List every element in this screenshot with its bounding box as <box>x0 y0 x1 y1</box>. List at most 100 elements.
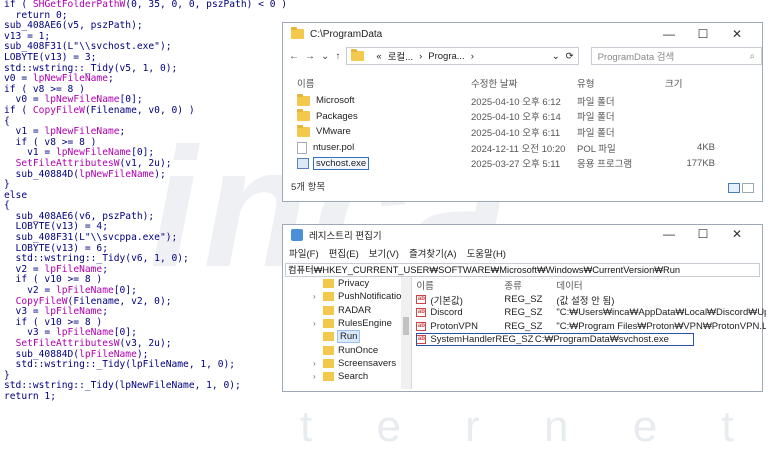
file-list: Microsoft 2025-04-10 오후 6:12 파일 폴더 Packages… <box>283 93 762 171</box>
expand-chevron-icon[interactable]: › <box>313 372 323 381</box>
breadcrumb-local[interactable]: 로컬... <box>388 49 413 63</box>
value-data: C:₩ProgramData₩svchost.exe <box>534 334 669 346</box>
registry-titlebar: 레지스트리 편집기 — ☐ ✕ <box>283 225 762 245</box>
minimize-button[interactable]: — <box>652 27 686 41</box>
breadcrumb-programdata[interactable]: Progra... <box>428 51 464 62</box>
maximize-button[interactable]: ☐ <box>686 27 720 41</box>
tree-key[interactable]: RunOnce <box>285 343 411 356</box>
file-row[interactable]: ntuser.pol 2024-12-11 오전 10:20 POL 파일 4KB <box>283 140 762 156</box>
up-arrow-icon[interactable]: ↑ <box>335 51 340 62</box>
code-identifier: lpFileName <box>44 306 103 318</box>
tree-key[interactable]: › Search <box>285 370 411 383</box>
file-name: VMware <box>316 126 351 138</box>
file-row[interactable]: VMware 2025-04-10 오후 6:11 파일 폴더 <box>283 124 762 140</box>
breadcrumb-overflow[interactable]: « <box>376 51 381 62</box>
registry-address-bar[interactable]: 컴퓨터₩HKEY_CURRENT_USER₩SOFTWARE₩Microsoft… <box>285 263 760 277</box>
code-line: } <box>4 179 294 191</box>
maximize-button[interactable]: ☐ <box>686 227 720 241</box>
menu-item[interactable]: 즐겨찾기(A) <box>409 246 457 260</box>
column-data[interactable]: 데이터 <box>556 278 766 292</box>
file-row[interactable]: svchost.exe 2025-03-27 오후 5:11 응용 프로그램 177K… <box>283 155 762 171</box>
folder-icon <box>323 319 334 329</box>
code-token: if ( v8 >= 8 ) <box>4 136 97 148</box>
breadcrumb-chevron-icon[interactable]: › <box>471 51 474 62</box>
menu-item[interactable]: 도움말(H) <box>467 246 506 260</box>
tree-key-label: PushNotifications <box>338 291 412 303</box>
code-token: [0]; <box>119 94 143 106</box>
tree-key-label: Run <box>336 330 361 344</box>
column-size[interactable]: 크기 <box>655 76 715 90</box>
view-toggle <box>728 183 754 193</box>
search-input[interactable]: ProgramData 검색 ⌕ <box>590 47 762 65</box>
registry-value-row[interactable]: ab (기본값) REG_SZ (값 설정 안 됨) <box>416 293 766 307</box>
registry-value-row[interactable]: ab SystemHandler REG_SZ C:₩ProgramData₩svch… <box>416 332 695 347</box>
file-row[interactable]: Packages 2025-04-10 오후 6:14 파일 폴더 <box>283 109 762 125</box>
folder-icon <box>297 124 310 137</box>
code-line: std::wstring::_Tidy(lpFileName, 1, 0); <box>4 359 294 371</box>
tree-key[interactable]: Privacy <box>285 277 411 290</box>
code-token: ; <box>119 126 126 138</box>
details-view-icon[interactable] <box>728 183 740 193</box>
code-token: LOBYTE(v13) = 4; <box>4 221 108 233</box>
file-type: 파일 폴더 <box>577 127 615 139</box>
tree-key-label: RADAR <box>338 304 372 316</box>
menu-item[interactable]: 파일(F) <box>289 246 319 260</box>
code-token: v0 = <box>4 73 33 85</box>
code-identifier: SHGetFolderPathW <box>32 0 126 10</box>
value-name: ProtonVPN <box>430 320 478 332</box>
file-name: Microsoft <box>316 95 355 107</box>
recent-dropdown-icon[interactable]: ⌄ <box>321 51 329 62</box>
column-name[interactable]: 이름 <box>416 278 504 292</box>
string-value-icon: ab <box>416 335 427 345</box>
tree-scrollbar[interactable] <box>401 277 412 389</box>
tree-key[interactable]: › RulesEngine <box>285 317 411 330</box>
tree-key[interactable]: › PushNotifications <box>285 290 411 303</box>
tree-key[interactable]: Run <box>285 330 411 344</box>
value-name: SystemHandler <box>430 334 496 346</box>
code-token: [0]; <box>131 147 155 159</box>
code-token: ; <box>102 263 108 275</box>
code-token: ; <box>102 306 108 318</box>
column-type[interactable]: 종류 <box>504 278 556 292</box>
back-arrow-icon[interactable]: ← <box>289 51 299 62</box>
column-date[interactable]: 수정한 날짜 <box>471 76 577 90</box>
code-identifier: lpNewFileName <box>79 168 155 180</box>
string-value-icon: ab <box>416 295 427 305</box>
refresh-icon[interactable]: ⟳ <box>566 51 574 62</box>
menu-item[interactable]: 보기(V) <box>369 246 399 260</box>
code-token: ); <box>136 348 149 360</box>
value-data: (값 설정 안 됨) <box>556 295 615 307</box>
code-token: (v3, 2u); <box>119 338 172 349</box>
menu-item[interactable]: 편집(E) <box>329 246 359 260</box>
code-token: ); <box>154 168 166 180</box>
tree-key[interactable]: RADAR <box>285 304 411 317</box>
column-type[interactable]: 유형 <box>577 76 655 90</box>
explorer-window: C:\ProgramData — ☐ ✕ ← → ⌄ ↑ « 로컬... › P… <box>282 22 763 202</box>
forward-arrow-icon[interactable]: → <box>305 51 315 62</box>
address-dropdown-icon[interactable]: ⌄ <box>552 51 560 62</box>
tree-key[interactable]: › Screensavers <box>285 357 411 370</box>
code-token: LOBYTE(v13) = 6; <box>4 242 108 254</box>
search-icon: ⌕ <box>749 50 755 62</box>
registry-value-row[interactable]: ab ProtonVPN REG_SZ "C:₩Program Files₩Proto… <box>416 320 766 333</box>
expand-chevron-icon[interactable]: › <box>313 292 323 301</box>
value-type: REG_SZ <box>504 320 543 332</box>
address-bar[interactable]: « 로컬... › Progra... › ⌄ ⟳ <box>346 47 579 65</box>
folder-icon <box>323 332 334 342</box>
close-button[interactable]: ✕ <box>720 27 754 41</box>
column-name[interactable]: 이름 <box>283 76 471 90</box>
registry-value-row[interactable]: ab Discord REG_SZ "C:₩Users₩inca₩AppData₩Lo… <box>416 306 766 319</box>
expand-chevron-icon[interactable]: › <box>313 359 323 368</box>
expand-chevron-icon[interactable]: › <box>313 319 323 328</box>
file-row[interactable]: Microsoft 2025-04-10 오후 6:12 파일 폴더 <box>283 93 762 109</box>
code-token: LOBYTE(v13) = 3; <box>4 51 97 63</box>
file-name: ntuser.pol <box>313 142 355 154</box>
file-type: 파일 폴더 <box>577 96 615 108</box>
code-identifier: lpFileName <box>55 327 114 339</box>
large-icons-view-icon[interactable] <box>742 183 754 193</box>
close-button[interactable]: ✕ <box>720 227 754 241</box>
minimize-button[interactable]: — <box>652 227 686 241</box>
application-icon <box>297 157 309 169</box>
